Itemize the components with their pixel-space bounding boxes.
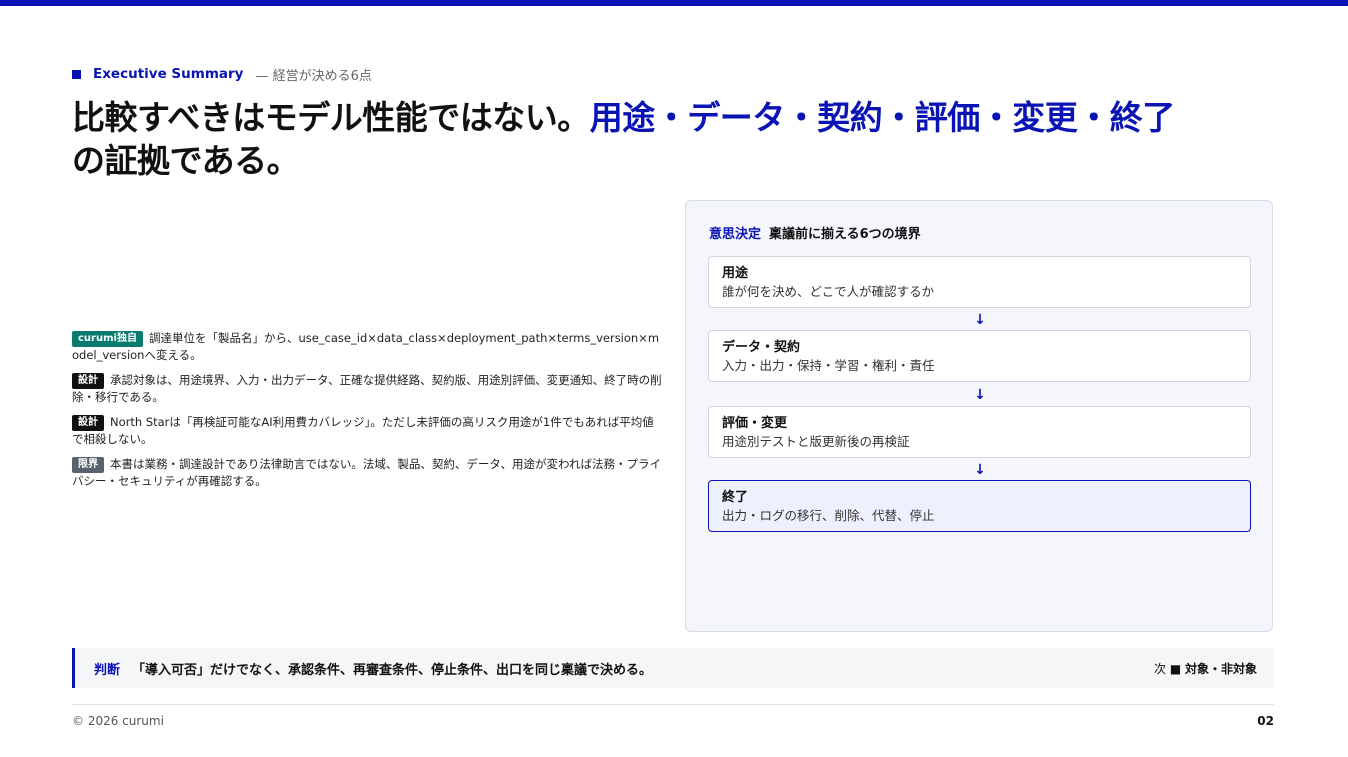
eyebrow: Executive Summary — 経営が決める6点 bbox=[72, 65, 372, 84]
panel-heading: 稟議前に揃える6つの境界 bbox=[769, 227, 921, 242]
notes-list: curumi独自 調達単位を「製品名」から、use_case_id×data_cl… bbox=[72, 330, 664, 498]
note-text: North Starは「再検証可能なAI利用費カバレッジ」。ただし未評価の高リス… bbox=[72, 415, 654, 446]
note-tag: curumi独自 bbox=[72, 331, 143, 347]
note-tag: 設計 bbox=[72, 373, 104, 389]
step-card-data-contract: データ・契約 入力・出力・保持・学習・権利・責任 bbox=[708, 330, 1251, 382]
note-item: 設計 North Starは「再検証可能なAI利用費カバレッジ」。ただし未評価の高… bbox=[72, 414, 664, 448]
step-title: 評価・変更 bbox=[722, 416, 788, 431]
panel-title: 意思決定 稟議前に揃える6つの境界 bbox=[709, 223, 921, 242]
judgement-text: 「導入可否」だけでなく、承認条件、再審査条件、停止条件、出口を同じ稟議で決める。 bbox=[132, 662, 653, 678]
next-prefix: 次 ■ bbox=[1154, 661, 1182, 676]
step-description: 入力・出力・保持・学習・権利・責任 bbox=[722, 358, 935, 373]
step-title: 用途 bbox=[722, 266, 749, 281]
note-item: 設計 承認対象は、用途境界、入力・出力データ、正確な提供経路、契約版、用途別評価、… bbox=[72, 372, 664, 406]
note-text: 調達単位を「製品名」から、use_case_id×data_class×depl… bbox=[72, 331, 660, 362]
page-title: 比較すべきはモデル性能ではない。用途・データ・契約・評価・変更・終了の証拠である… bbox=[72, 96, 1272, 182]
note-item: curumi独自 調達単位を「製品名」から、use_case_id×data_cl… bbox=[72, 330, 664, 364]
next-label: 対象・非対象 bbox=[1184, 661, 1257, 676]
footer-divider bbox=[72, 704, 1274, 705]
note-text: 本書は業務・調達設計であり法律助言ではない。法域、製品、契約、データ、用途が変わ… bbox=[72, 457, 661, 488]
copyright: © 2026 curumi bbox=[72, 714, 164, 728]
note-text: 承認対象は、用途境界、入力・出力データ、正確な提供経路、契約版、用途別評価、変更… bbox=[72, 373, 662, 404]
next-section-link[interactable]: 次 ■ 対象・非対象 bbox=[1154, 660, 1257, 677]
step-description: 誰が何を決め、どこで人が確認するか bbox=[722, 284, 935, 299]
step-description: 出力・ログの移行、削除、代替、停止 bbox=[722, 508, 935, 523]
step-description: 用途別テストと版更新後の再検証 bbox=[722, 434, 910, 449]
step-card-use: 用途 誰が何を決め、どこで人が確認するか bbox=[708, 256, 1251, 308]
arrow-down-icon: ↓ bbox=[974, 312, 986, 328]
step-card-evaluation-change: 評価・変更 用途別テストと版更新後の再検証 bbox=[708, 406, 1251, 458]
step-title: データ・契約 bbox=[722, 340, 801, 355]
step-title: 終了 bbox=[722, 490, 749, 505]
step-card-termination: 終了 出力・ログの移行、削除、代替、停止 bbox=[708, 480, 1251, 532]
decision-panel: 意思決定 稟議前に揃える6つの境界 用途 誰が何を決め、どこで人が確認するか ↓ … bbox=[685, 200, 1273, 632]
note-tag: 限界 bbox=[72, 457, 104, 473]
judgement-bar: 判断 「導入可否」だけでなく、承認条件、再審査条件、停止条件、出口を同じ稟議で決… bbox=[72, 648, 1274, 688]
eyebrow-subtitle: — 経営が決める6点 bbox=[255, 68, 372, 84]
page-number: 02 bbox=[1257, 714, 1274, 728]
square-bullet-icon bbox=[72, 69, 81, 79]
eyebrow-label: Executive Summary bbox=[93, 66, 244, 82]
headline-plain: 比較すべきはモデル性能ではない。 bbox=[72, 98, 590, 137]
headline-accent: 用途・データ・契約・評価・変更・終了 bbox=[589, 98, 1176, 137]
note-item: 限界 本書は業務・調達設計であり法律助言ではない。法域、製品、契約、データ、用途が… bbox=[72, 456, 664, 490]
note-tag: 設計 bbox=[72, 415, 104, 431]
top-accent-bar bbox=[0, 0, 1348, 6]
judgement-kicker: 判断 bbox=[94, 662, 121, 678]
arrow-down-icon: ↓ bbox=[974, 387, 986, 403]
headline-tail: の証拠である。 bbox=[72, 141, 300, 180]
arrow-down-icon: ↓ bbox=[974, 462, 986, 478]
panel-kicker: 意思決定 bbox=[709, 227, 762, 242]
